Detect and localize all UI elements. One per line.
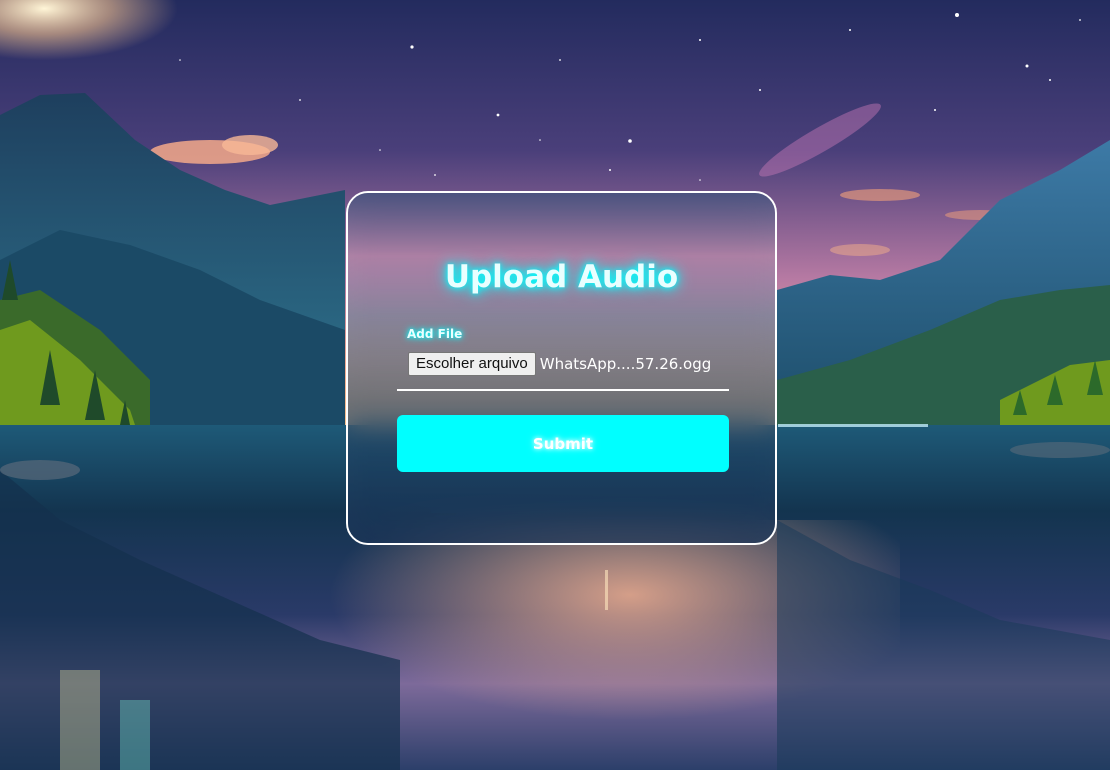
file-input[interactable]: Escolher arquivo WhatsApp....57.26.ogg [408, 352, 711, 376]
page-title: Upload Audio [444, 259, 679, 295]
file-input-underline [397, 389, 729, 391]
selected-file-name: WhatsApp....57.26.ogg [539, 355, 712, 373]
add-file-label: Add File [407, 327, 463, 341]
submit-button[interactable]: Submit [397, 415, 729, 472]
choose-file-button[interactable]: Escolher arquivo [408, 352, 536, 376]
upload-card: Upload Audio Add File Escolher arquivo W… [346, 191, 777, 545]
